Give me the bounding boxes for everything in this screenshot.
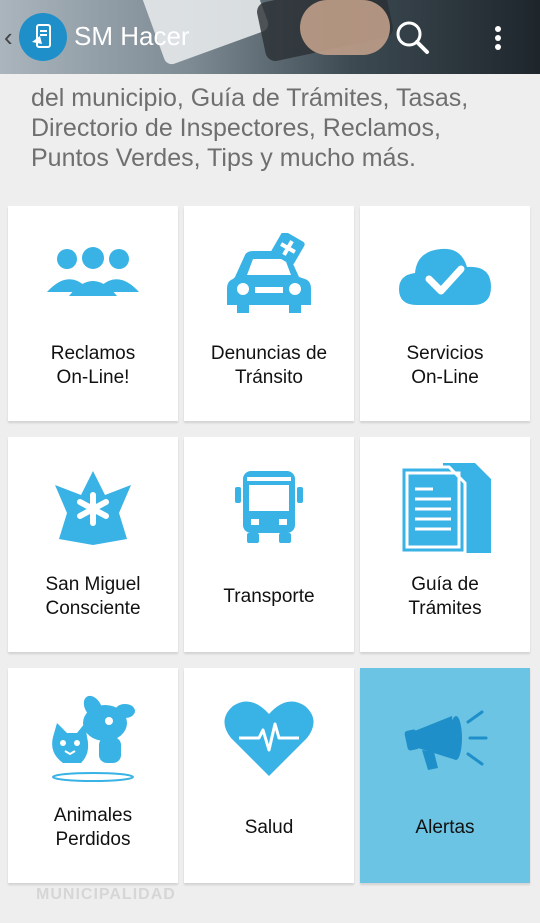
tile-alertas[interactable]: Alertas	[360, 668, 530, 883]
overflow-menu-button[interactable]	[484, 18, 512, 58]
bus-icon	[184, 457, 354, 557]
search-icon	[396, 21, 429, 54]
description-text: del municipio, Guía de Trámites, Tasas, …	[31, 84, 469, 172]
dog-cat-icon	[8, 688, 178, 788]
tile-reclamos[interactable]: Reclamos On-Line!	[8, 206, 178, 421]
tile-label: Denuncias de Tránsito	[210, 343, 328, 388]
tile-label: Reclamos On-Line!	[50, 343, 136, 388]
tile-salud[interactable]: Salud	[184, 668, 354, 883]
footer-watermark: MUNICIPALIDAD	[36, 886, 176, 903]
people-icon	[8, 226, 178, 326]
tile-label: Animales Perdidos	[53, 805, 133, 850]
more-vert-icon	[495, 26, 501, 50]
tile-denuncias-transito[interactable]: Denuncias de Tránsito	[184, 206, 354, 421]
back-chevron-icon[interactable]: ‹	[4, 22, 13, 53]
tile-servicios-online[interactable]: Servicios On-Line	[360, 206, 530, 421]
documents-icon	[360, 457, 530, 557]
app-title: SM Hacer	[74, 21, 190, 51]
search-button[interactable]	[392, 18, 434, 58]
tile-label: Transporte	[223, 586, 315, 607]
car-icon	[184, 226, 354, 326]
tile-transporte[interactable]: Transporte	[184, 437, 354, 652]
pentagon-star-icon	[8, 457, 178, 557]
app-logo-icon[interactable]	[19, 13, 67, 61]
megaphone-icon	[360, 688, 530, 788]
tile-label: San Miguel Consciente	[45, 574, 141, 619]
heart-pulse-icon	[184, 688, 354, 788]
tile-label: Alertas	[415, 817, 475, 838]
tile-label: Servicios On-Line	[406, 343, 484, 388]
header-photo-hand	[300, 0, 390, 55]
tile-animales-perdidos[interactable]: Animales Perdidos	[8, 668, 178, 883]
tile-san-miguel-consciente[interactable]: San Miguel Consciente	[8, 437, 178, 652]
tile-guia-tramites[interactable]: Guía de Trámites	[360, 437, 530, 652]
tile-label: Guía de Trámites	[408, 574, 482, 619]
tile-label: Salud	[244, 817, 294, 838]
cloud-check-icon	[360, 226, 530, 326]
